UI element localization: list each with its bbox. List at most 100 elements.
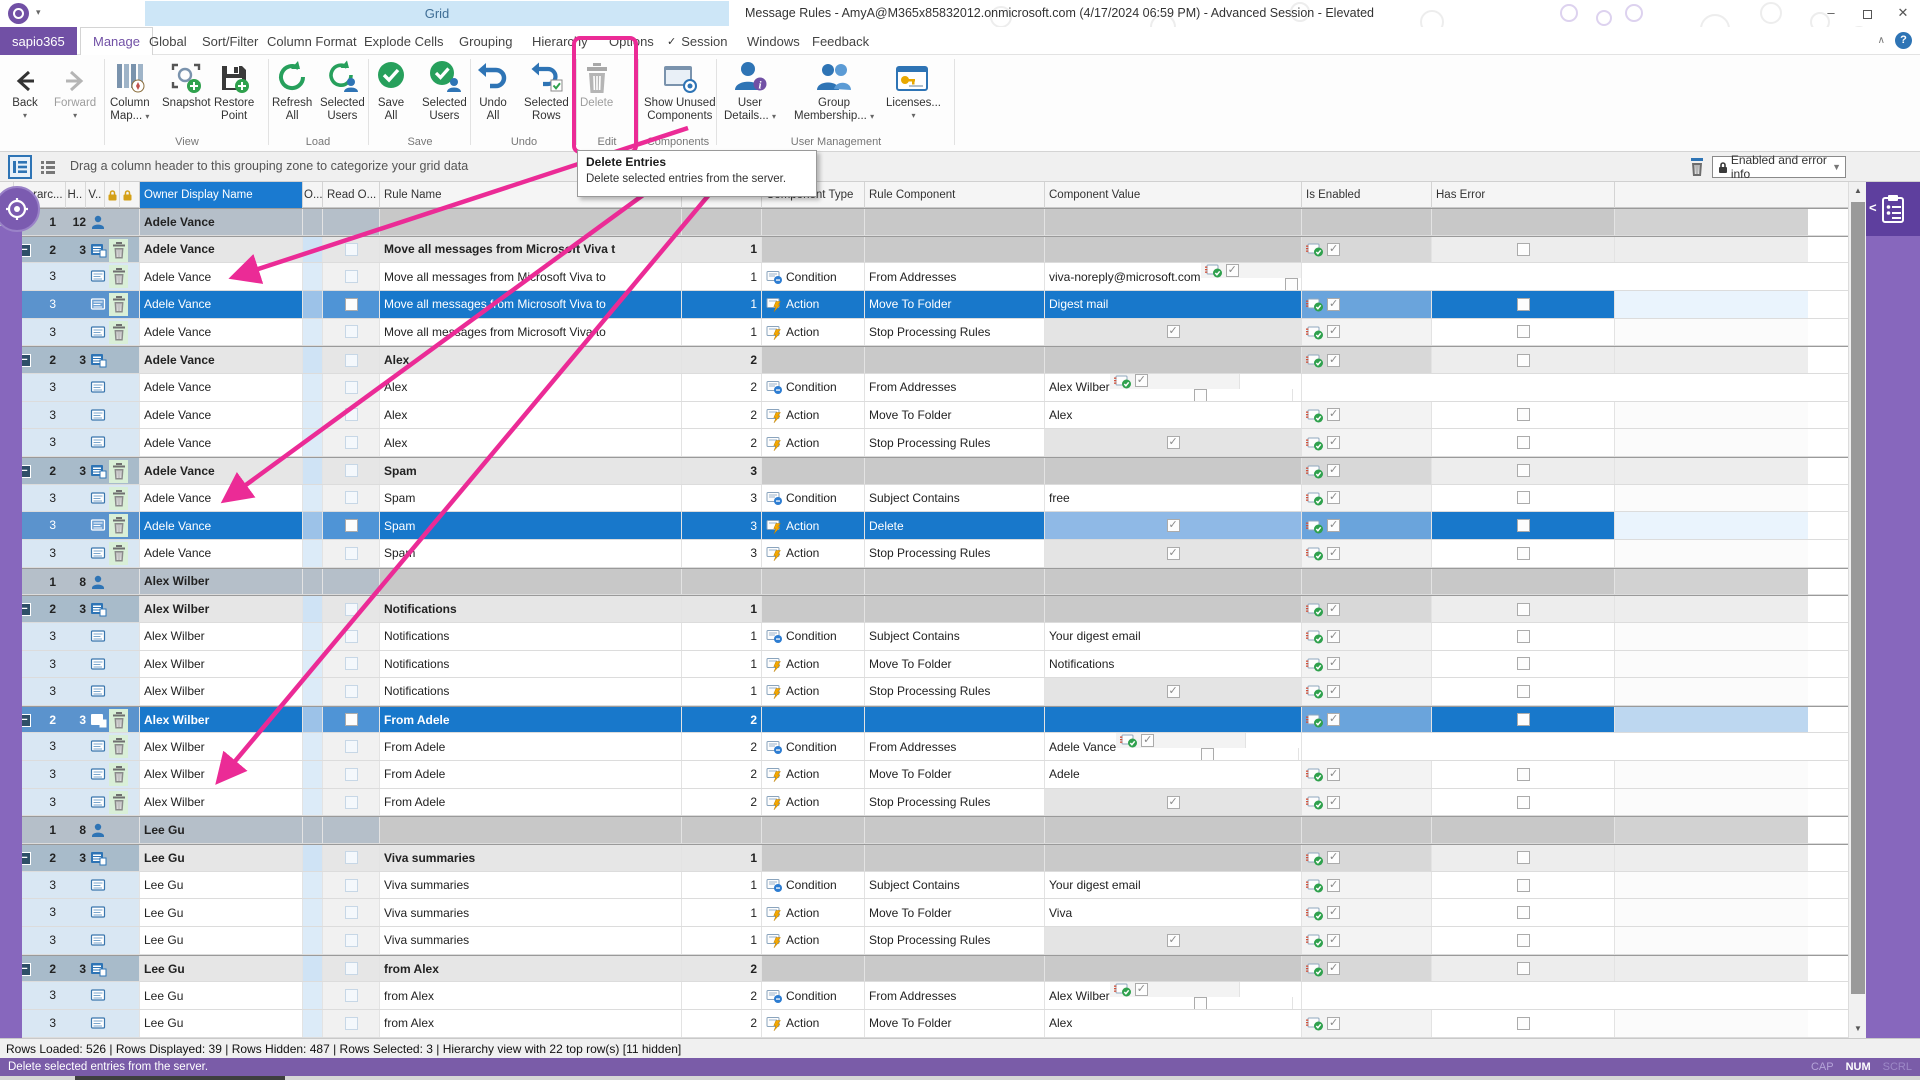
cell-component-value[interactable] (1045, 569, 1302, 595)
cell-component-value[interactable] (1045, 817, 1302, 843)
row-delete-indicator[interactable] (109, 239, 128, 262)
checkbox[interactable] (1167, 547, 1180, 560)
cell-o[interactable] (303, 982, 323, 1009)
checkbox[interactable] (1517, 962, 1530, 975)
cell-sequence[interactable]: 1 (682, 845, 762, 871)
checkbox[interactable] (1517, 906, 1530, 919)
cell-owner[interactable]: Adele Vance (140, 319, 303, 346)
cell-component-value[interactable] (1045, 347, 1302, 373)
cell-rule-component[interactable]: Stop Processing Rules (865, 927, 1045, 954)
cell-sequence[interactable]: 2 (682, 429, 762, 456)
checkbox[interactable] (1517, 298, 1530, 311)
cell-component-type[interactable]: Action (762, 1010, 865, 1037)
cell-component-value[interactable] (1045, 956, 1302, 982)
tab-feedback[interactable]: Feedback (800, 27, 881, 55)
checkbox[interactable] (1226, 264, 1239, 277)
cell-component-value[interactable] (1045, 237, 1302, 263)
cell-has-error[interactable] (1432, 651, 1615, 678)
cell-rule-name[interactable]: Move all messages from Microsoft Viva to (380, 291, 682, 318)
cell-read-only[interactable] (323, 761, 380, 788)
cell-sequence[interactable] (682, 817, 762, 843)
checkbox[interactable] (345, 685, 358, 698)
flat-view-toggle[interactable] (36, 155, 60, 179)
cell-owner[interactable]: Alex Wilber (140, 733, 303, 760)
cell-has-error[interactable] (1432, 209, 1615, 235)
row-delete-indicator[interactable] (109, 763, 128, 786)
table-row[interactable]: 3 Alex Wilber Notifications 1 Condition … (0, 623, 1848, 651)
cell-read-only[interactable] (323, 402, 380, 429)
cell-rule-name[interactable]: Viva summaries (380, 899, 682, 926)
cell-read-only[interactable] (323, 347, 380, 373)
cell-component-type[interactable]: Action (762, 761, 865, 788)
cell-o[interactable] (303, 1010, 323, 1037)
cell-has-error[interactable] (1432, 569, 1615, 595)
checkbox[interactable] (1517, 354, 1530, 367)
cell-rule-name[interactable]: Notifications (380, 678, 682, 705)
row-delete-indicator[interactable] (109, 791, 128, 814)
save-all-button[interactable]: SaveAll (374, 58, 408, 123)
show-unused-components-button[interactable]: Show UnusedComponents (644, 58, 716, 123)
checkbox[interactable] (1327, 603, 1340, 616)
checkbox[interactable] (1517, 491, 1530, 504)
cell-read-only[interactable] (323, 623, 380, 650)
help-button[interactable]: ? (1895, 32, 1912, 49)
cell-component-type[interactable]: Action (762, 291, 865, 318)
cell-has-error[interactable] (1432, 237, 1615, 263)
tab-hierarchy[interactable]: Hierarchy (520, 27, 600, 55)
cell-is-enabled[interactable] (1302, 429, 1432, 456)
cell-has-error[interactable] (1432, 458, 1615, 484)
cell-o[interactable] (303, 458, 323, 484)
cell-rule-component[interactable]: Move To Folder (865, 402, 1045, 429)
checkbox[interactable] (1517, 713, 1530, 726)
cell-has-error[interactable] (1432, 291, 1615, 318)
checkbox[interactable] (1327, 547, 1340, 560)
checkbox[interactable] (345, 796, 358, 809)
checkbox[interactable] (345, 354, 358, 367)
clear-filter-trash-icon[interactable] (1688, 157, 1706, 182)
checkbox[interactable] (345, 1017, 358, 1030)
cell-owner[interactable]: Adele Vance (140, 512, 303, 539)
cell-rule-name[interactable]: Notifications (380, 651, 682, 678)
cell-component-value[interactable] (1045, 512, 1302, 539)
cell-rule-component[interactable]: Stop Processing Rules (865, 319, 1045, 346)
minimize-button[interactable]: – (1820, 4, 1842, 22)
row-delete-indicator[interactable] (109, 460, 128, 483)
cell-sequence[interactable]: 3 (682, 540, 762, 567)
cell-read-only[interactable] (323, 845, 380, 871)
table-row[interactable]: 3 Lee Gu Viva summaries 1 Action Stop Pr… (0, 927, 1848, 955)
group-row[interactable]: − 2 3 Lee Gu from Alex 2 (0, 955, 1848, 983)
cell-has-error[interactable] (1432, 872, 1615, 899)
checkbox[interactable] (1167, 325, 1180, 338)
checkbox[interactable] (1517, 796, 1530, 809)
cell-read-only[interactable] (323, 956, 380, 982)
cell-sequence[interactable]: 2 (682, 347, 762, 373)
cell-o[interactable] (303, 651, 323, 678)
checkbox[interactable] (1517, 436, 1530, 449)
cell-component-type[interactable]: Condition (762, 623, 865, 650)
cell-sequence[interactable]: 1 (682, 263, 762, 290)
cell-component-type[interactable]: Action (762, 402, 865, 429)
checkbox[interactable] (1327, 934, 1340, 947)
group-membership-button[interactable]: GroupMembership... ▾ (794, 58, 874, 123)
cell-has-error[interactable] (1432, 956, 1615, 982)
checkbox[interactable] (1167, 796, 1180, 809)
cell-rule-name[interactable]: Alex (380, 402, 682, 429)
checkbox[interactable] (1327, 685, 1340, 698)
tab-grouping[interactable]: Grouping (447, 27, 524, 55)
cell-read-only[interactable] (323, 485, 380, 512)
cell-rule-component[interactable]: Stop Processing Rules (865, 429, 1045, 456)
cell-read-only[interactable] (323, 263, 380, 290)
cell-has-error[interactable] (1432, 347, 1615, 373)
row-delete-indicator[interactable] (109, 709, 128, 732)
cell-is-enabled[interactable] (1302, 872, 1432, 899)
header-has-error[interactable]: Has Error (1432, 182, 1615, 208)
cell-has-error[interactable] (1116, 748, 1299, 760)
cell-o[interactable] (303, 347, 323, 373)
scroll-up-button[interactable]: ▲ (1849, 182, 1867, 200)
table-row[interactable]: 3 Lee Gu from Alex 2 Condition From Addr… (0, 982, 1848, 1010)
cell-rule-component[interactable]: Subject Contains (865, 872, 1045, 899)
cell-sequence[interactable]: 3 (682, 512, 762, 539)
checkbox[interactable] (1327, 713, 1340, 726)
checkbox[interactable] (1194, 997, 1207, 1009)
cell-sequence[interactable]: 2 (682, 761, 762, 788)
